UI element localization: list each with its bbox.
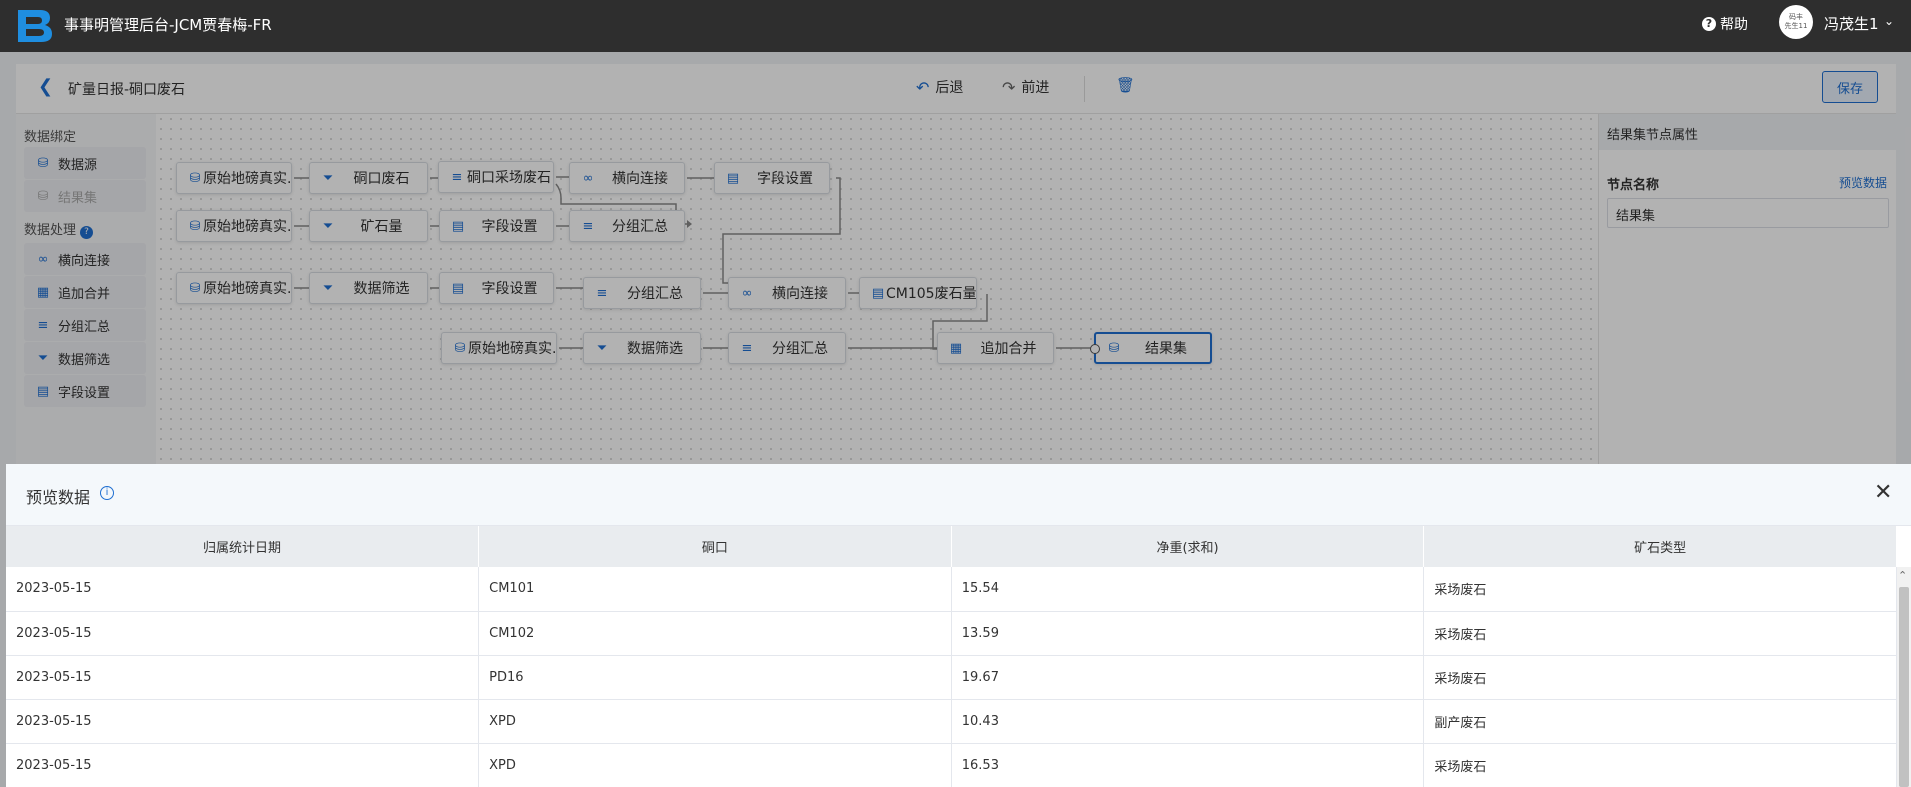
user-name[interactable]: 冯茂生1	[1824, 13, 1879, 34]
column-header[interactable]: 硐口	[478, 526, 952, 567]
column-header[interactable]: 归属统计日期	[6, 526, 480, 567]
avatar[interactable]: 码丰 先生11	[1779, 5, 1813, 39]
preview-dialog: 预览数据 i ✕ 归属统计日期 硐口 净重(求和) 矿石类型 2023-05-1…	[6, 464, 1911, 787]
table-row: 2023-05-15 XPD 16.53 采场废石	[6, 743, 1897, 787]
table-cell: PD16	[478, 655, 952, 700]
dialog-title: 预览数据	[26, 488, 91, 507]
column-header[interactable]: 矿石类型	[1423, 526, 1897, 567]
table-cell: 采场废石	[1423, 611, 1897, 656]
app-logo	[18, 10, 52, 42]
table-row: 2023-05-15 CM102 13.59 采场废石	[6, 611, 1897, 656]
info-icon[interactable]: i	[100, 486, 114, 500]
table-cell: XPD	[478, 743, 952, 787]
table-cell: 2023-05-15	[6, 699, 480, 744]
table-cell: 副产废石	[1423, 699, 1897, 744]
table-cell: 19.67	[951, 655, 1425, 700]
dialog-header: 预览数据 i ✕	[6, 464, 1911, 526]
table-cell: 2023-05-15	[6, 567, 480, 612]
table-header-row: 归属统计日期 硐口 净重(求和) 矿石类型	[6, 526, 1897, 567]
table-row: 2023-05-15 PD16 19.67 采场废石	[6, 655, 1897, 700]
table-cell: 16.53	[951, 743, 1425, 787]
help-icon: ?	[1702, 17, 1716, 31]
table-cell: 10.43	[951, 699, 1425, 744]
table-cell: CM102	[478, 611, 952, 656]
help-label: 帮助	[1720, 17, 1748, 33]
scroll-up-icon[interactable]: ⌃	[1898, 569, 1907, 582]
preview-table: 归属统计日期 硐口 净重(求和) 矿石类型 2023-05-15 CM101 1…	[6, 526, 1897, 787]
table-cell: 采场废石	[1423, 655, 1897, 700]
help-button[interactable]: ? 帮助	[1702, 14, 1748, 34]
table-cell: XPD	[478, 699, 952, 744]
table-cell: 2023-05-15	[6, 611, 480, 656]
table-row: 2023-05-15 XPD 10.43 副产废石	[6, 699, 1897, 744]
table-cell: 15.54	[951, 567, 1425, 612]
chevron-down-icon[interactable]: ⌄	[1884, 14, 1894, 28]
table-cell: 采场废石	[1423, 567, 1897, 612]
table-row: 2023-05-15 CM101 15.54 采场废石	[6, 567, 1897, 612]
table-cell: 采场废石	[1423, 743, 1897, 787]
column-header[interactable]: 净重(求和)	[951, 526, 1425, 567]
scrollbar-thumb[interactable]	[1899, 587, 1909, 787]
app-title: 事事明管理后台-JCM贾春梅-FR	[64, 16, 272, 34]
close-icon[interactable]: ✕	[1874, 480, 1892, 505]
table-cell: CM101	[478, 567, 952, 612]
top-bar: 事事明管理后台-JCM贾春梅-FR ? 帮助 码丰 先生11 冯茂生1 ⌄	[0, 0, 1911, 52]
table-cell: 2023-05-15	[6, 655, 480, 700]
table-cell: 2023-05-15	[6, 743, 480, 787]
table-cell: 13.59	[951, 611, 1425, 656]
vertical-scrollbar[interactable]: ⌃	[1897, 567, 1911, 787]
